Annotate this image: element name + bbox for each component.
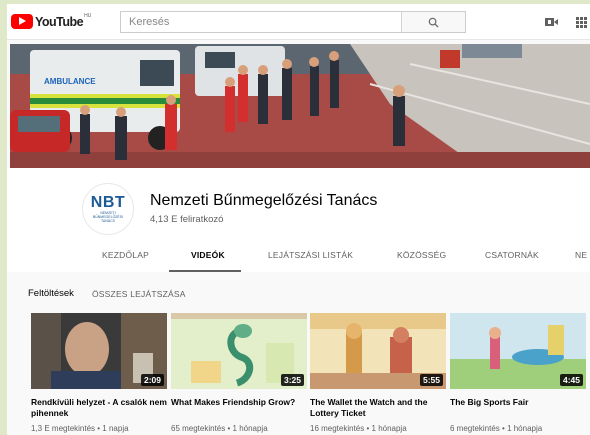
upload-age: 1 hónapja [232, 424, 268, 433]
tab-more[interactable]: NE [575, 250, 587, 260]
channel-header: NBT NEMZETI BŰNMEGELŐZÉSI TANÁCS Nemzeti… [7, 168, 590, 272]
video-duration: 3:25 [280, 374, 304, 386]
video-thumbnail[interactable]: 2:09 [31, 313, 167, 389]
search-icon [428, 17, 439, 28]
tab-videos[interactable]: VIDEÓK [191, 250, 225, 260]
avatar-logo-subtitle: NEMZETI BŰNMEGELŐZÉSI TANÁCS [92, 211, 124, 223]
tab-channels[interactable]: CSATORNÁK [485, 250, 539, 260]
video-camera-icon [544, 18, 558, 26]
video-meta: 65 megtekintés • 1 hónapja [171, 424, 268, 433]
view-count: 16 megtekintés [310, 424, 365, 433]
section-title: Feltöltések [28, 288, 74, 299]
upload-age: 1 hónapja [507, 424, 543, 433]
video-thumbnail[interactable]: 4:45 [450, 313, 586, 389]
youtube-window: YouTube HU Keresés AMBULANCE NBT NEMZETI… [7, 4, 590, 435]
video-card[interactable]: 2:09 Rendkívüli helyzet - A csalók nem p… [31, 313, 167, 433]
video-title[interactable]: The Big Sports Fair [450, 397, 586, 418]
masthead: YouTube HU [7, 4, 590, 40]
video-title[interactable]: What Makes Friendship Grow? [171, 397, 307, 418]
banner-photo: AMBULANCE [10, 44, 590, 168]
video-duration: 4:45 [559, 374, 583, 386]
youtube-logo[interactable]: YouTube HU [11, 13, 92, 29]
video-card[interactable]: 4:45 The Big Sports Fair 6 megtekintés •… [450, 313, 586, 433]
avatar-logo-mark: NBT [90, 194, 126, 211]
tab-home[interactable]: KEZDŐLAP [102, 250, 149, 260]
video-card[interactable]: 3:25 What Makes Friendship Grow? 65 megt… [171, 313, 307, 433]
video-title[interactable]: The Wallet the Watch and the Lottery Tic… [310, 397, 446, 418]
apps-button[interactable] [573, 14, 589, 30]
create-video-button[interactable] [543, 14, 559, 30]
play-all-link[interactable]: ÖSSZES LEJÁTSZÁSA [92, 289, 186, 299]
video-thumbnail[interactable]: 3:25 [171, 313, 307, 389]
tab-community[interactable]: KÖZÖSSÉG [397, 250, 446, 260]
channel-avatar[interactable]: NBT NEMZETI BŰNMEGELŐZÉSI TANÁCS [82, 183, 134, 235]
view-count: 6 megtekintés [450, 424, 500, 433]
video-duration: 5:55 [419, 374, 443, 386]
video-title[interactable]: Rendkívüli helyzet - A csalók nem pihenn… [31, 397, 167, 418]
search-box [120, 11, 466, 33]
apps-grid-icon [575, 16, 587, 28]
tab-playlists[interactable]: LEJÁTSZÁSI LISTÁK [268, 250, 353, 260]
view-count: 1,3 E megtekintés [31, 424, 96, 433]
channel-name: Nemzeti Bűnmegelőzési Tanács [150, 192, 378, 209]
ambulance-label: AMBULANCE [44, 77, 96, 86]
logo-text: YouTube [35, 14, 84, 29]
search-input[interactable] [121, 12, 401, 32]
video-meta: 16 megtekintés • 1 hónapja [310, 424, 407, 433]
upload-age: 1 hónapja [371, 424, 407, 433]
channel-banner: AMBULANCE [10, 44, 590, 168]
upload-age: 1 napja [102, 424, 129, 433]
view-count: 65 megtekintés [171, 424, 226, 433]
search-button[interactable] [401, 12, 465, 32]
video-thumbnail[interactable]: 5:55 [310, 313, 446, 389]
subscriber-count: 4,13 E feliratkozó [150, 214, 224, 225]
youtube-play-icon [11, 14, 33, 29]
video-meta: 1,3 E megtekintés • 1 napja [31, 424, 129, 433]
video-duration: 2:09 [140, 374, 164, 386]
video-card[interactable]: 5:55 The Wallet the Watch and the Lotter… [310, 313, 446, 433]
logo-region: HU [84, 13, 92, 19]
active-tab-indicator [169, 270, 241, 272]
channel-tabs: KEZDŐLAP VIDEÓK LEJÁTSZÁSI LISTÁK KÖZÖSS… [7, 244, 590, 272]
video-meta: 6 megtekintés • 1 hónapja [450, 424, 543, 433]
